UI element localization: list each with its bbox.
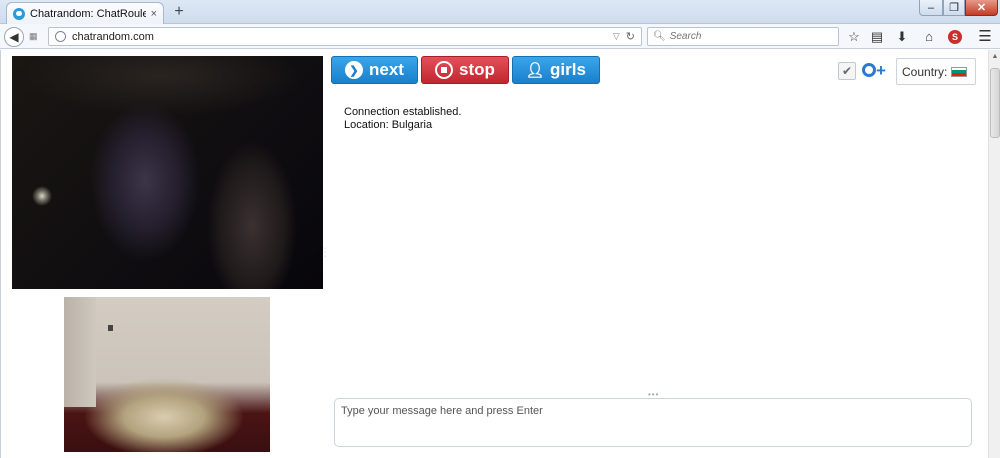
reading-list-icon[interactable]: ▤: [869, 29, 885, 45]
scroll-thumb[interactable]: [990, 68, 1000, 138]
scroll-up-icon[interactable]: ▲: [989, 50, 1000, 64]
message-input[interactable]: [334, 398, 972, 447]
download-icon[interactable]: ⬇: [894, 29, 910, 45]
remote-video: [12, 56, 323, 289]
chat-message: Location: Bulgaria: [344, 119, 433, 131]
tab-close-icon[interactable]: ×: [151, 8, 157, 20]
add-friend-icon[interactable]: +: [860, 61, 888, 81]
local-video: [64, 297, 270, 452]
dropdown-icon[interactable]: ▽: [613, 31, 620, 42]
country-select[interactable]: Country:: [896, 58, 976, 85]
reload-icon[interactable]: ↻: [626, 30, 635, 43]
country-label: Country:: [902, 64, 948, 79]
bookmarks-grid-icon[interactable]: ▦: [29, 31, 39, 41]
menu-icon[interactable]: ☰: [977, 29, 993, 45]
stop-icon: [435, 61, 454, 79]
bookmark-star-icon[interactable]: ☆: [846, 29, 862, 45]
chat-log: Connection established. Location: Bulgar…: [344, 106, 944, 132]
chat-bubble-icon: [13, 7, 25, 20]
page-content: · · · ❯ next stop 👤︎ girls ✔ + Country: Co…: [0, 50, 1000, 458]
next-label: next: [369, 60, 404, 79]
splitter-handle[interactable]: · · ·: [324, 245, 327, 261]
globe-icon: [55, 31, 66, 42]
video-door: [64, 297, 96, 407]
chat-message: Connection established.: [344, 106, 462, 118]
search-bar[interactable]: 🔍︎: [647, 27, 839, 46]
new-tab-button[interactable]: +: [170, 3, 188, 21]
home-icon[interactable]: ⌂: [921, 29, 937, 45]
url-bar[interactable]: chatrandom.com ▽ ↻: [48, 27, 642, 46]
window-restore-button[interactable]: ❐: [943, 0, 965, 16]
navigation-bar: ◀ ▦ chatrandom.com ▽ ↻ 🔍︎ ☆ ▤ ⬇ ⌂ S ☰: [0, 24, 1000, 49]
tab-bar: Chatrandom: ChatRoulette... × + – ❐ ✕: [0, 0, 1000, 24]
window-minimize-button[interactable]: –: [919, 0, 943, 16]
search-input[interactable]: [669, 31, 820, 42]
back-arrow-icon[interactable]: ◀: [4, 27, 24, 47]
checkmark-toggle[interactable]: ✔: [838, 62, 856, 80]
stop-button[interactable]: stop: [421, 56, 509, 84]
stop-label: stop: [459, 60, 495, 79]
page-scrollbar[interactable]: ▲: [988, 50, 1000, 458]
user-icon: 👤︎: [525, 62, 545, 79]
bulgaria-flag-icon: [951, 66, 968, 77]
url-text[interactable]: chatrandom.com: [72, 31, 607, 43]
tab-chatrandom[interactable]: Chatrandom: ChatRoulette... ×: [6, 2, 164, 24]
girls-button[interactable]: 👤︎ girls: [512, 56, 600, 84]
video-switch: [108, 325, 113, 331]
girls-label: girls: [550, 60, 586, 79]
tab-title: Chatrandom: ChatRoulette...: [30, 7, 146, 20]
addon-icon[interactable]: S: [948, 30, 962, 44]
search-icon: 🔍︎: [653, 31, 666, 42]
chevron-right-icon: ❯: [345, 61, 364, 79]
window-close-button[interactable]: ✕: [965, 0, 998, 16]
next-button[interactable]: ❯ next: [331, 56, 418, 84]
